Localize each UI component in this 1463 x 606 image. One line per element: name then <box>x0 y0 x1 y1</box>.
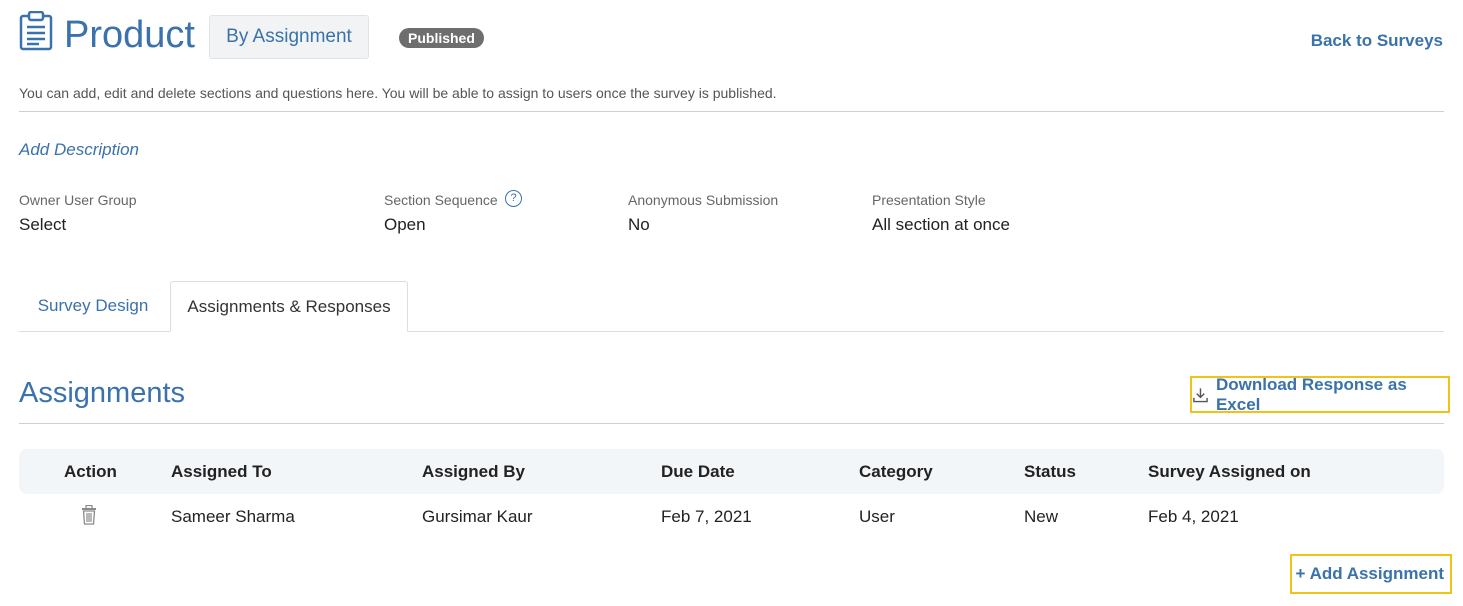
owner-user-group-label: Owner User Group <box>19 192 137 208</box>
tab-assignments-responses[interactable]: Assignments & Responses <box>170 281 408 332</box>
download-label: Download Response as Excel <box>1215 374 1407 414</box>
section-sequence-value[interactable]: Open <box>384 215 426 235</box>
divider <box>19 111 1444 112</box>
anonymous-submission-value[interactable]: No <box>628 215 650 235</box>
column-header-action: Action <box>64 462 117 481</box>
helper-text: You can add, edit and delete sections an… <box>19 85 777 101</box>
add-description-link[interactable]: Add Description <box>19 140 139 160</box>
cell-assigned-by: Gursimar Kaur <box>422 507 533 526</box>
by-assignment-button[interactable]: By Assignment <box>209 15 369 59</box>
download-icon <box>1193 387 1208 402</box>
anonymous-submission-label: Anonymous Submission <box>628 192 779 208</box>
back-to-surveys-link[interactable]: Back to Surveys <box>1311 31 1443 51</box>
column-header-category[interactable]: Category <box>859 462 933 482</box>
column-header-assigned-by[interactable]: Assigned By <box>422 462 525 482</box>
column-header-survey-assigned-on[interactable]: Survey Assigned on <box>1148 462 1311 482</box>
add-assignment-button[interactable]: + Add Assignment <box>1290 554 1452 594</box>
cell-status: New <box>1024 507 1059 526</box>
page-title: Product <box>64 14 195 56</box>
section-sequence-label: Section Sequence <box>384 192 498 208</box>
divider <box>19 423 1444 424</box>
trash-icon[interactable] <box>81 505 97 525</box>
cell-category: User <box>859 507 895 526</box>
presentation-style-label: Presentation Style <box>872 192 986 208</box>
help-icon[interactable]: ? <box>505 190 522 207</box>
cell-due-date: Feb 7, 2021 <box>661 507 752 526</box>
assignments-heading: Assignments <box>19 377 186 409</box>
column-header-due-date[interactable]: Due Date <box>661 462 735 482</box>
column-header-assigned-to[interactable]: Assigned To <box>171 462 272 482</box>
owner-user-group-value[interactable]: Select <box>19 215 66 235</box>
presentation-style-value[interactable]: All section at once <box>872 215 1010 235</box>
column-header-status[interactable]: Status <box>1024 462 1076 482</box>
cell-assigned-on: Feb 4, 2021 <box>1148 507 1239 526</box>
clipboard-icon <box>19 11 53 51</box>
download-excel-button[interactable]: Download Response as Excel <box>1190 374 1450 414</box>
tab-survey-design[interactable]: Survey Design <box>19 281 167 332</box>
cell-assigned-to: Sameer Sharma <box>171 507 295 526</box>
status-badge: Published <box>399 28 484 48</box>
